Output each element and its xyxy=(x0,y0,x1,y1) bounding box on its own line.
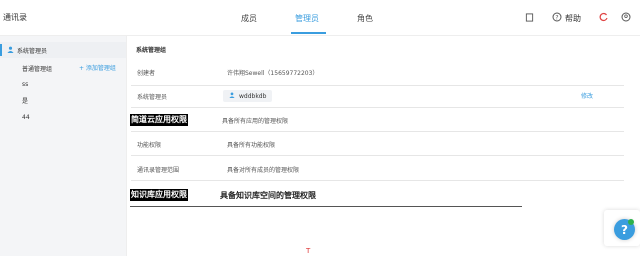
sidebar-item-44[interactable]: 44 xyxy=(0,109,126,125)
contacts-scope-value: 具备对所有成员的管理权限 xyxy=(227,167,300,174)
kb-permission-value: 具备知识库空间的管理权限 xyxy=(220,191,316,200)
creator-value: 许伟翔Sewell（15659772203） xyxy=(227,70,319,77)
user-icon xyxy=(229,92,235,100)
app-title: 通讯录 xyxy=(3,13,27,22)
user-icon xyxy=(7,46,14,55)
app-permission-value: 具备所有应用的管理权限 xyxy=(222,118,289,125)
help-icon[interactable]: ? xyxy=(551,11,563,23)
tab-members[interactable]: 成员 xyxy=(241,13,257,24)
svg-text:?: ? xyxy=(555,14,558,21)
function-permission-key: 功能权限 xyxy=(137,142,162,149)
notification-icon[interactable] xyxy=(598,11,610,23)
function-permission-value: 具备所有功能权限 xyxy=(227,142,276,149)
tab-admins[interactable]: 管理员 xyxy=(295,13,319,24)
add-admin-group-button[interactable]: + 添加管理组 xyxy=(79,63,116,72)
sidebar-item-shi[interactable]: 是 xyxy=(0,92,126,108)
admin-chip[interactable]: wddbkdb xyxy=(223,90,273,102)
help-label[interactable]: 帮助 xyxy=(565,13,581,24)
sidebar-item-ss[interactable]: ss xyxy=(0,76,126,92)
sidebar-item-label: 普通管理组 xyxy=(22,65,53,73)
sidebar-item-label: 44 xyxy=(22,113,30,121)
function-permission-row: 功能权限 具备所有功能权限 xyxy=(131,132,624,156)
sidebar-item-label: 系统管理员 xyxy=(17,47,48,55)
tab-roles[interactable]: 角色 xyxy=(357,13,373,24)
creator-row: 创建者 许伟翔Sewell（15659772203） xyxy=(131,61,624,86)
active-indicator xyxy=(0,44,2,56)
text-cursor-icon: T xyxy=(306,247,311,255)
app-permission-row xyxy=(131,108,624,132)
online-status-dot xyxy=(628,219,634,225)
sidebar-item-system-admins[interactable]: 系统管理员 xyxy=(0,42,126,58)
divider xyxy=(130,206,522,207)
sidebar-item-label: 是 xyxy=(22,97,29,105)
book-icon[interactable] xyxy=(523,11,535,23)
main-panel: 系统管理组 创建者 许伟翔Sewell（15659772203） 系统管理员 功… xyxy=(126,36,635,256)
contacts-scope-row: 通讯录管理范围 具备对所有成员的管理权限 xyxy=(131,156,624,181)
admin-chip-label: wddbkdb xyxy=(239,92,267,100)
creator-key: 创建者 xyxy=(137,70,156,77)
sidebar-item-label: ss xyxy=(22,80,29,88)
admin-row: 系统管理员 xyxy=(131,86,624,108)
active-tab-indicator xyxy=(291,32,326,34)
contacts-scope-key: 通讯录管理范围 xyxy=(137,167,180,174)
top-bar: 通讯录 成员 管理员 角色 ? 帮助 xyxy=(0,0,640,36)
edit-admin-link[interactable]: 修改 xyxy=(581,91,593,100)
app-permission-key: 简道云应用权限 xyxy=(130,114,188,126)
section-title: 系统管理组 xyxy=(136,47,167,54)
user-settings-icon[interactable] xyxy=(620,11,632,23)
admin-key: 系统管理员 xyxy=(137,94,168,101)
kb-permission-key: 知识库应用权限 xyxy=(130,189,188,201)
